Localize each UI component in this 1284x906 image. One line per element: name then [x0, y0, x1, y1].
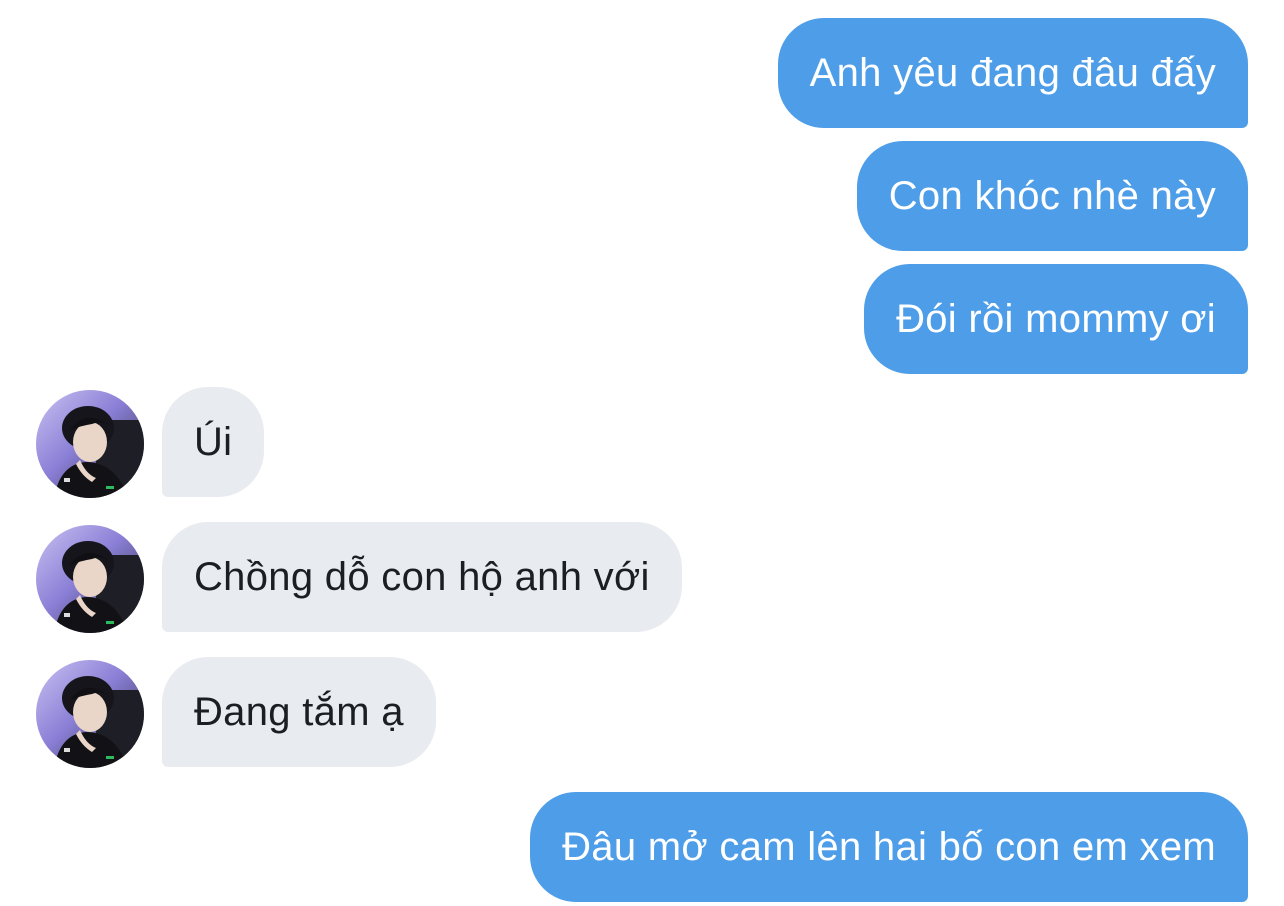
profile-photo-avatar: [36, 390, 144, 498]
profile-photo-avatar: [36, 525, 144, 633]
profile-photo-avatar: [36, 660, 144, 768]
received-message-bubble[interactable]: Úi: [162, 387, 265, 497]
received-message-bubble[interactable]: Đang tắm ạ: [162, 657, 436, 767]
message-text: Con khóc nhè này: [888, 173, 1216, 218]
sent-message-bubble[interactable]: Đói rồi mommy ơi: [864, 264, 1248, 374]
avatar[interactable]: [36, 660, 144, 768]
avatar[interactable]: [36, 390, 144, 498]
message-text: Đói rồi mommy ơi: [896, 296, 1216, 341]
message-text: Chồng dỗ con hộ anh với: [194, 554, 650, 599]
sent-message-bubble[interactable]: Anh yêu đang đâu đấy: [777, 18, 1248, 128]
message-text: Úi: [194, 419, 233, 464]
sent-message-bubble[interactable]: Đâu mở cam lên hai bố con em xem: [530, 792, 1248, 902]
message-text: Đâu mở cam lên hai bố con em xem: [562, 824, 1216, 869]
message-text: Anh yêu đang đâu đấy: [809, 50, 1216, 95]
message-text: Đang tắm ạ: [194, 689, 404, 734]
sent-message-bubble[interactable]: Con khóc nhè này: [856, 141, 1248, 251]
avatar[interactable]: [36, 525, 144, 633]
received-message-bubble[interactable]: Chồng dỗ con hộ anh với: [162, 522, 682, 632]
